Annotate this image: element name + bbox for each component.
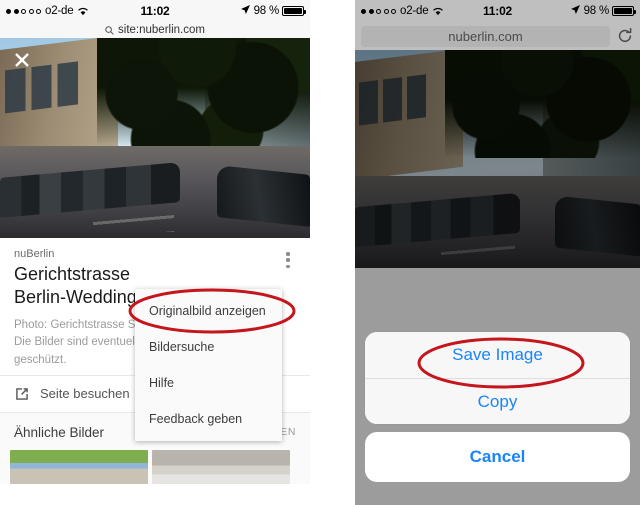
close-icon[interactable] [12,50,32,70]
menu-item-feedback-geben[interactable]: Feedback geben [135,401,282,437]
result-title-line-1: Gerichtstrasse [14,264,131,284]
search-bar[interactable]: site:nuberlin.com [0,22,310,38]
battery-icon [612,6,636,16]
save-image-button[interactable]: Save Image [365,332,630,378]
menu-item-hilfe[interactable]: Hilfe [135,365,282,401]
left-phone-screen: o2-de 11:02 98 % site:nuberlin.com nuBer… [0,0,310,505]
copy-button[interactable]: Copy [365,378,630,424]
similar-images-label: Ähnliche Bilder [14,424,105,440]
similar-image-thumbnail[interactable] [152,449,290,484]
external-link-icon [14,386,30,402]
action-sheet: Save Image Copy Cancel [365,332,630,482]
right-phone-screen: o2-de 11:02 98 % nuberlin.com Save Image… [355,0,640,505]
cancel-button[interactable]: Cancel [365,432,630,482]
panel-divider [310,0,355,505]
visit-site-label: Seite besuchen [40,386,130,402]
reload-icon[interactable] [616,27,634,45]
similar-images-row [0,449,310,484]
result-site-name: nuBerlin [14,248,55,260]
similar-image-thumbnail[interactable] [10,449,148,484]
url-text: nuberlin.com [448,28,523,44]
action-sheet-group: Save Image Copy [365,332,630,424]
browser-url-bar: nuberlin.com [355,22,640,50]
menu-item-bildersuche[interactable]: Bildersuche [135,329,282,365]
menu-item-originalbild-anzeigen[interactable]: Originalbild anzeigen [135,293,282,329]
clock-label: 11:02 [140,4,170,18]
result-hero-image[interactable] [0,38,310,238]
kebab-menu-icon[interactable] [280,250,296,270]
status-bar: o2-de 11:02 98 % [355,0,640,22]
dual-phone-screenshot: o2-de 11:02 98 % site:nuberlin.com nuBer… [0,0,640,505]
page-hero-image[interactable] [355,50,640,268]
battery-icon [282,6,306,16]
search-icon [105,25,114,35]
clock-label: 11:02 [482,4,513,18]
status-bar: o2-de 11:02 98 % [0,0,310,22]
search-query-text: site:nuberlin.com [118,24,205,36]
image-context-menu: Originalbild anzeigen Bildersuche Hilfe … [135,289,282,441]
url-input[interactable]: nuberlin.com [361,25,610,47]
